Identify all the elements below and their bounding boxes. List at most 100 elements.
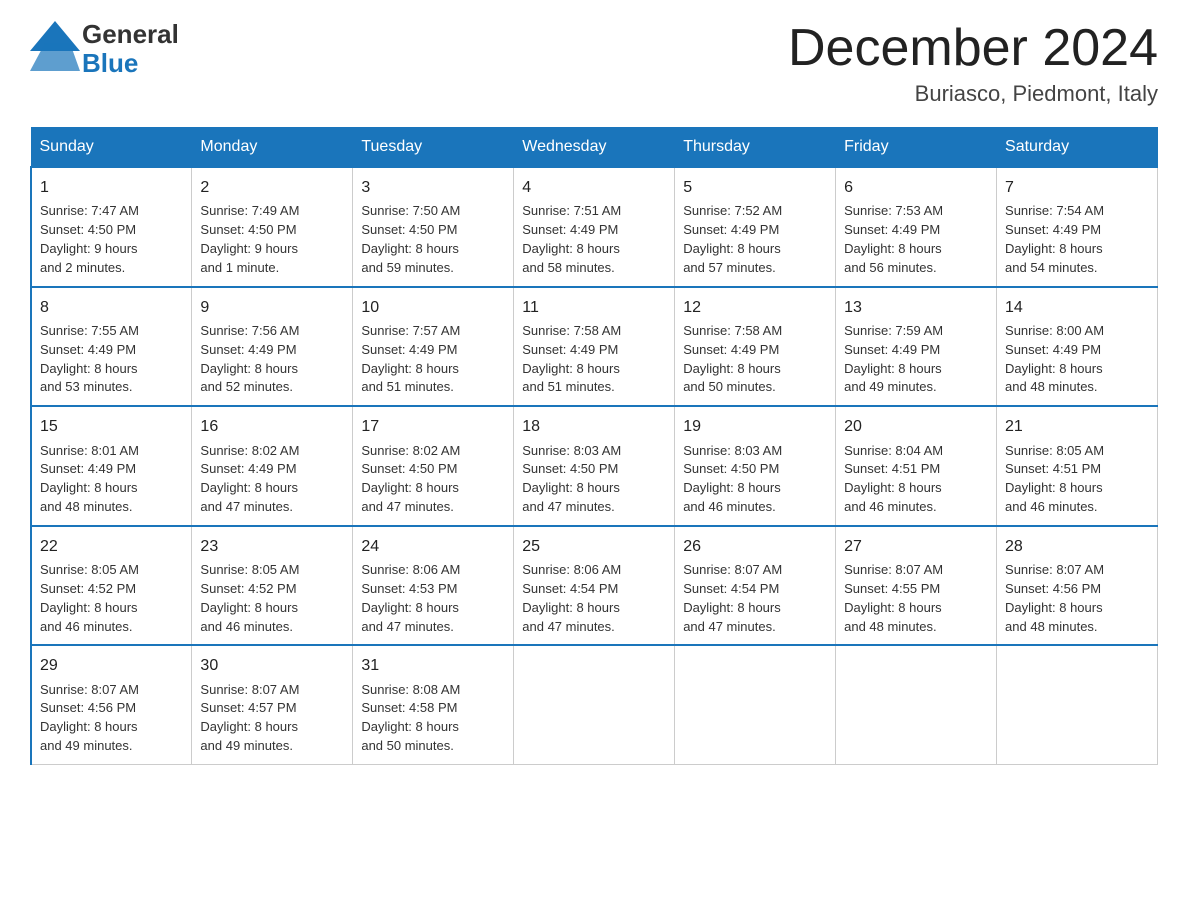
- day-daylight-cont: and 46 minutes.: [1005, 499, 1098, 514]
- day-sunrise: Sunrise: 7:58 AM: [683, 323, 782, 338]
- day-sunrise: Sunrise: 8:04 AM: [844, 443, 943, 458]
- day-number: 5: [683, 176, 827, 199]
- header-sunday: Sunday: [31, 128, 192, 168]
- day-daylight-cont: and 1 minute.: [200, 260, 279, 275]
- logo: General Blue: [30, 20, 179, 77]
- day-number: 29: [40, 654, 183, 677]
- day-sunset: Sunset: 4:58 PM: [361, 700, 457, 715]
- day-cell: 7 Sunrise: 7:54 AM Sunset: 4:49 PM Dayli…: [997, 167, 1158, 287]
- day-number: 15: [40, 415, 183, 438]
- day-sunset: Sunset: 4:56 PM: [40, 700, 136, 715]
- day-number: 31: [361, 654, 505, 677]
- day-daylight: Daylight: 8 hours: [200, 480, 298, 495]
- day-daylight: Daylight: 8 hours: [522, 600, 620, 615]
- day-daylight: Daylight: 8 hours: [361, 719, 459, 734]
- day-cell: 28 Sunrise: 8:07 AM Sunset: 4:56 PM Dayl…: [997, 526, 1158, 646]
- day-sunrise: Sunrise: 7:57 AM: [361, 323, 460, 338]
- day-sunset: Sunset: 4:50 PM: [683, 461, 779, 476]
- day-sunset: Sunset: 4:49 PM: [1005, 342, 1101, 357]
- day-daylight: Daylight: 8 hours: [200, 600, 298, 615]
- day-number: 6: [844, 176, 988, 199]
- day-number: 7: [1005, 176, 1149, 199]
- logo-general-text: General: [82, 20, 179, 49]
- day-daylight-cont: and 46 minutes.: [844, 499, 937, 514]
- day-daylight: Daylight: 8 hours: [361, 600, 459, 615]
- day-daylight-cont: and 50 minutes.: [361, 738, 454, 753]
- day-daylight: Daylight: 8 hours: [40, 600, 138, 615]
- day-cell: [997, 645, 1158, 764]
- weekday-header-row: Sunday Monday Tuesday Wednesday Thursday…: [31, 128, 1158, 168]
- day-sunrise: Sunrise: 8:03 AM: [683, 443, 782, 458]
- day-daylight: Daylight: 8 hours: [683, 361, 781, 376]
- day-daylight: Daylight: 8 hours: [683, 600, 781, 615]
- day-number: 26: [683, 535, 827, 558]
- day-number: 10: [361, 296, 505, 319]
- day-sunrise: Sunrise: 7:47 AM: [40, 203, 139, 218]
- day-daylight: Daylight: 8 hours: [683, 480, 781, 495]
- week-row-5: 29 Sunrise: 8:07 AM Sunset: 4:56 PM Dayl…: [31, 645, 1158, 764]
- header-thursday: Thursday: [675, 128, 836, 168]
- header-wednesday: Wednesday: [514, 128, 675, 168]
- day-sunset: Sunset: 4:51 PM: [1005, 461, 1101, 476]
- day-number: 17: [361, 415, 505, 438]
- day-number: 30: [200, 654, 344, 677]
- page: General Blue December 2024 Buriasco, Pie…: [0, 0, 1188, 795]
- day-number: 21: [1005, 415, 1149, 438]
- day-sunrise: Sunrise: 8:07 AM: [200, 682, 299, 697]
- calendar-body: 1 Sunrise: 7:47 AM Sunset: 4:50 PM Dayli…: [31, 167, 1158, 764]
- day-cell: 2 Sunrise: 7:49 AM Sunset: 4:50 PM Dayli…: [192, 167, 353, 287]
- day-number: 2: [200, 176, 344, 199]
- day-cell: 19 Sunrise: 8:03 AM Sunset: 4:50 PM Dayl…: [675, 406, 836, 526]
- day-daylight: Daylight: 8 hours: [1005, 600, 1103, 615]
- day-sunrise: Sunrise: 7:52 AM: [683, 203, 782, 218]
- logo-text: General Blue: [82, 20, 179, 77]
- logo-icon: [30, 21, 80, 76]
- day-daylight-cont: and 47 minutes.: [522, 499, 615, 514]
- day-sunrise: Sunrise: 8:08 AM: [361, 682, 460, 697]
- day-sunset: Sunset: 4:49 PM: [40, 342, 136, 357]
- day-cell: 30 Sunrise: 8:07 AM Sunset: 4:57 PM Dayl…: [192, 645, 353, 764]
- day-sunrise: Sunrise: 8:00 AM: [1005, 323, 1104, 338]
- day-daylight-cont: and 47 minutes.: [200, 499, 293, 514]
- day-number: 4: [522, 176, 666, 199]
- day-daylight: Daylight: 8 hours: [361, 241, 459, 256]
- day-number: 25: [522, 535, 666, 558]
- day-cell: 5 Sunrise: 7:52 AM Sunset: 4:49 PM Dayli…: [675, 167, 836, 287]
- day-cell: 21 Sunrise: 8:05 AM Sunset: 4:51 PM Dayl…: [997, 406, 1158, 526]
- day-cell: 6 Sunrise: 7:53 AM Sunset: 4:49 PM Dayli…: [836, 167, 997, 287]
- day-daylight: Daylight: 8 hours: [1005, 361, 1103, 376]
- day-daylight-cont: and 49 minutes.: [844, 379, 937, 394]
- day-cell: 17 Sunrise: 8:02 AM Sunset: 4:50 PM Dayl…: [353, 406, 514, 526]
- day-sunrise: Sunrise: 8:07 AM: [1005, 562, 1104, 577]
- day-cell: 8 Sunrise: 7:55 AM Sunset: 4:49 PM Dayli…: [31, 287, 192, 407]
- day-daylight-cont: and 48 minutes.: [844, 619, 937, 634]
- day-daylight: Daylight: 8 hours: [1005, 480, 1103, 495]
- day-number: 14: [1005, 296, 1149, 319]
- day-number: 16: [200, 415, 344, 438]
- day-cell: 16 Sunrise: 8:02 AM Sunset: 4:49 PM Dayl…: [192, 406, 353, 526]
- day-daylight-cont: and 52 minutes.: [200, 379, 293, 394]
- day-sunrise: Sunrise: 7:54 AM: [1005, 203, 1104, 218]
- header-monday: Monday: [192, 128, 353, 168]
- day-sunrise: Sunrise: 8:07 AM: [40, 682, 139, 697]
- header-saturday: Saturday: [997, 128, 1158, 168]
- day-sunrise: Sunrise: 8:07 AM: [844, 562, 943, 577]
- day-sunset: Sunset: 4:49 PM: [683, 222, 779, 237]
- day-sunrise: Sunrise: 8:06 AM: [522, 562, 621, 577]
- day-cell: 22 Sunrise: 8:05 AM Sunset: 4:52 PM Dayl…: [31, 526, 192, 646]
- day-sunset: Sunset: 4:49 PM: [361, 342, 457, 357]
- day-daylight-cont: and 54 minutes.: [1005, 260, 1098, 275]
- day-sunrise: Sunrise: 7:51 AM: [522, 203, 621, 218]
- day-cell: 14 Sunrise: 8:00 AM Sunset: 4:49 PM Dayl…: [997, 287, 1158, 407]
- day-daylight-cont: and 47 minutes.: [361, 499, 454, 514]
- day-cell: 13 Sunrise: 7:59 AM Sunset: 4:49 PM Dayl…: [836, 287, 997, 407]
- day-daylight-cont: and 49 minutes.: [200, 738, 293, 753]
- day-number: 13: [844, 296, 988, 319]
- day-daylight-cont: and 48 minutes.: [1005, 619, 1098, 634]
- day-daylight-cont: and 56 minutes.: [844, 260, 937, 275]
- day-number: 3: [361, 176, 505, 199]
- day-cell: 10 Sunrise: 7:57 AM Sunset: 4:49 PM Dayl…: [353, 287, 514, 407]
- day-number: 9: [200, 296, 344, 319]
- day-cell: 11 Sunrise: 7:58 AM Sunset: 4:49 PM Dayl…: [514, 287, 675, 407]
- day-daylight: Daylight: 8 hours: [361, 480, 459, 495]
